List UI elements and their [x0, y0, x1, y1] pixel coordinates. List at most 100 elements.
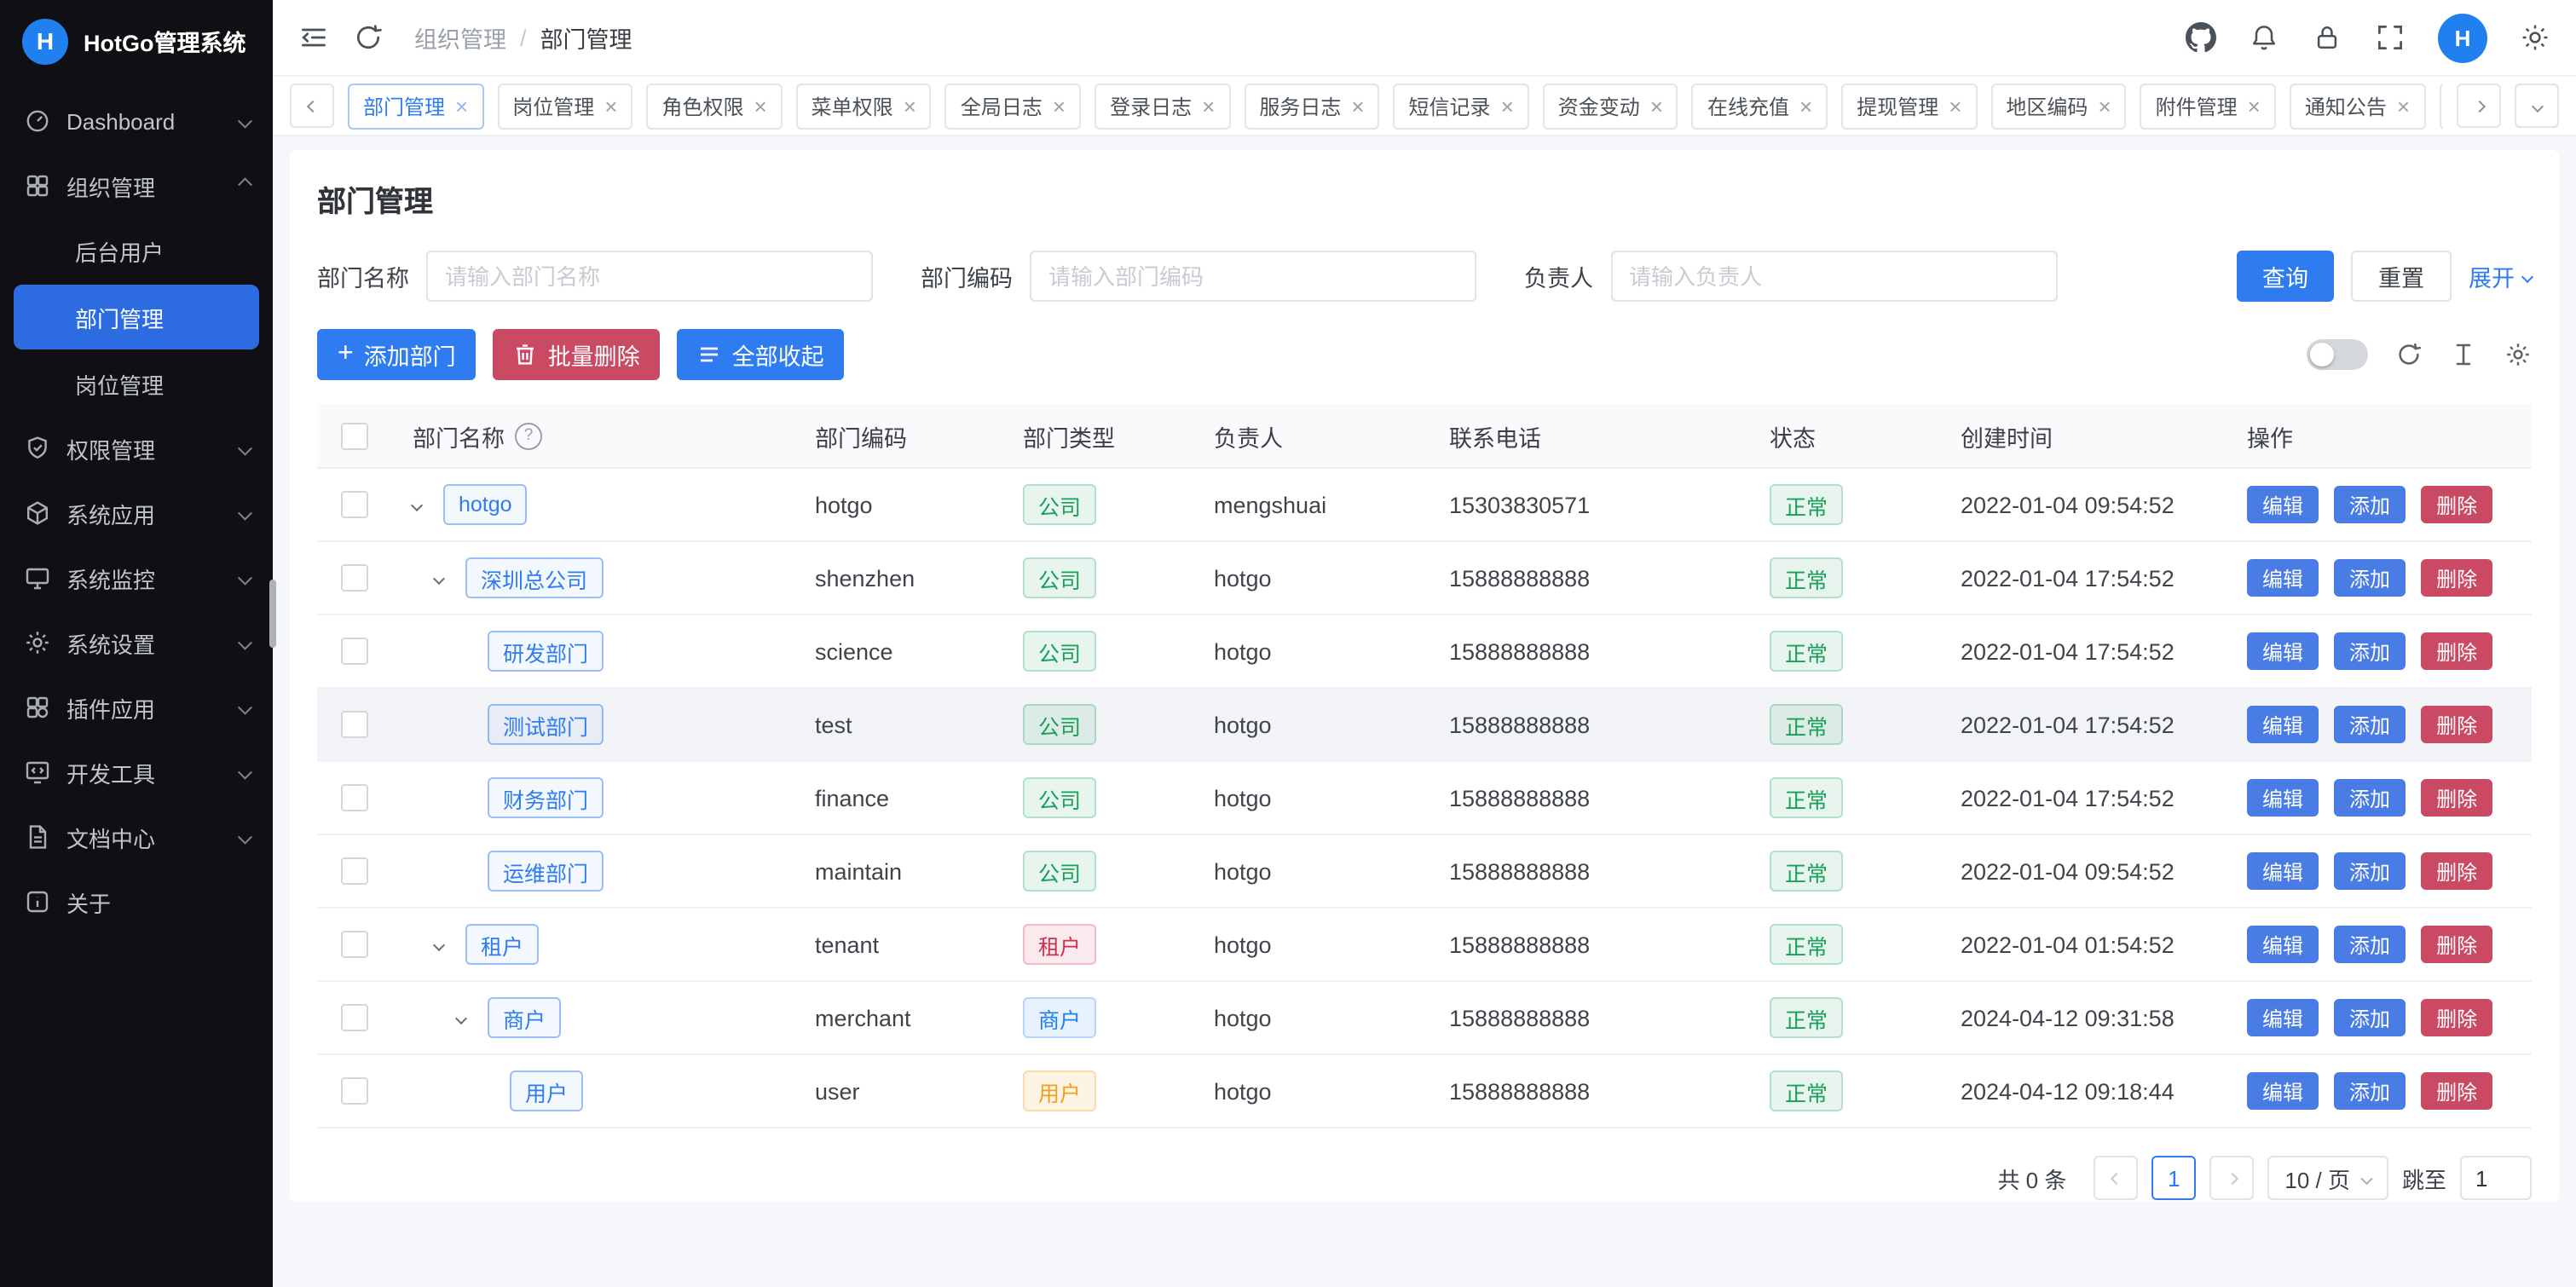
edit-button[interactable]: 编辑 [2247, 632, 2319, 670]
delete-button[interactable]: 删除 [2421, 706, 2492, 743]
department-name-tag[interactable]: 运维部门 [488, 851, 604, 892]
table-row[interactable]: 深圳总公司 shenzhen 公司 hotgo 15888888888 正常 2… [317, 542, 2532, 615]
breadcrumb-parent[interactable]: 组织管理 [414, 20, 506, 55]
delete-button[interactable]: 删除 [2421, 486, 2492, 523]
avatar[interactable]: H [2438, 13, 2487, 62]
close-icon[interactable]: × [2248, 95, 2261, 117]
table-row[interactable]: 财务部门 finance 公司 hotgo 15888888888 正常 202… [317, 762, 2532, 835]
row-checkbox[interactable] [341, 711, 368, 738]
sidebar-item-system-monitor[interactable]: 系统监控 [0, 545, 273, 610]
tab-item[interactable]: 在线充值× [1692, 83, 1828, 129]
tree-collapse-icon[interactable] [435, 940, 465, 949]
add-button[interactable]: 添加 [2334, 559, 2406, 597]
jump-page-input[interactable] [2460, 1156, 2532, 1200]
delete-button[interactable]: 删除 [2421, 926, 2492, 963]
tab-item[interactable]: 提现管理× [1841, 83, 1977, 129]
scrollbar-thumb[interactable] [269, 580, 276, 648]
sidebar-subitem-department-management[interactable]: 部门管理 [14, 285, 259, 349]
add-button[interactable]: 添加 [2334, 486, 2406, 523]
select-all-checkbox[interactable] [341, 422, 368, 449]
close-icon[interactable]: × [2397, 95, 2410, 117]
sidebar-item-about[interactable]: 关于 [0, 869, 273, 934]
department-name-tag[interactable]: 租户 [465, 924, 539, 965]
refresh-icon[interactable] [353, 22, 384, 53]
row-checkbox[interactable] [341, 1077, 368, 1105]
tab-item[interactable]: 服务× [2439, 83, 2443, 129]
batch-delete-button[interactable]: 批量删除 [494, 329, 661, 380]
close-icon[interactable]: × [1799, 95, 1812, 117]
lock-icon[interactable] [2312, 22, 2342, 53]
table-row[interactable]: 研发部门 science 公司 hotgo 15888888888 正常 202… [317, 615, 2532, 689]
add-button[interactable]: 添加 [2334, 779, 2406, 817]
sidebar-item-dev-tools[interactable]: 开发工具 [0, 740, 273, 805]
sidebar-item-system-apps[interactable]: 系统应用 [0, 481, 273, 545]
tab-item[interactable]: 登录日志× [1095, 83, 1230, 129]
tab-item[interactable]: 资金变动× [1543, 83, 1678, 129]
row-checkbox[interactable] [341, 564, 368, 592]
tab-item[interactable]: 附件管理× [2140, 83, 2276, 129]
row-checkbox[interactable] [341, 1004, 368, 1031]
tab-item[interactable]: 短信记录× [1394, 83, 1529, 129]
department-name-tag[interactable]: 财务部门 [488, 777, 604, 818]
add-button[interactable]: 添加 [2334, 706, 2406, 743]
table-row[interactable]: 商户 merchant 商户 hotgo 15888888888 正常 2024… [317, 982, 2532, 1055]
leader-input[interactable] [1610, 251, 2057, 302]
table-row[interactable]: hotgo hotgo 公司 mengshuai 15303830571 正常 … [317, 469, 2532, 542]
close-icon[interactable]: × [1501, 95, 1514, 117]
table-row[interactable]: 测试部门 test 公司 hotgo 15888888888 正常 2022-0… [317, 689, 2532, 762]
add-button[interactable]: 添加 [2334, 926, 2406, 963]
close-icon[interactable]: × [754, 95, 766, 117]
menu-collapse-icon[interactable] [298, 22, 329, 53]
delete-button[interactable]: 删除 [2421, 1072, 2492, 1110]
close-icon[interactable]: × [1949, 95, 1961, 117]
tabs-scroll-left-button[interactable] [290, 84, 334, 128]
column-settings-gear-icon[interactable] [2504, 341, 2532, 368]
row-density-icon[interactable] [2450, 341, 2477, 368]
department-name-tag[interactable]: 商户 [488, 997, 561, 1038]
sidebar-item-plugin-apps[interactable]: 插件应用 [0, 675, 273, 740]
sidebar-item-system-settings[interactable]: 系统设置 [0, 610, 273, 675]
department-name-tag[interactable]: 用户 [510, 1071, 583, 1111]
sidebar-item-doc-center[interactable]: 文档中心 [0, 805, 273, 869]
add-button[interactable]: 添加 [2334, 852, 2406, 890]
edit-button[interactable]: 编辑 [2247, 926, 2319, 963]
add-button[interactable]: 添加 [2334, 632, 2406, 670]
row-checkbox[interactable] [341, 491, 368, 518]
github-icon[interactable] [2186, 22, 2216, 53]
tabs-scroll-right-button[interactable] [2457, 84, 2501, 128]
row-checkbox[interactable] [341, 931, 368, 958]
department-name-tag[interactable]: 研发部门 [488, 631, 604, 672]
sidebar-item-permission-management[interactable]: 权限管理 [0, 416, 273, 481]
close-icon[interactable]: × [1351, 95, 1364, 117]
edit-button[interactable]: 编辑 [2247, 559, 2319, 597]
tab-item[interactable]: 全局日志× [945, 83, 1081, 129]
tab-item[interactable]: 通知公告× [2290, 83, 2425, 129]
table-row[interactable]: 用户 user 用户 hotgo 15888888888 正常 2024-04-… [317, 1055, 2532, 1128]
add-button[interactable]: 添加 [2334, 999, 2406, 1036]
refresh-table-icon[interactable] [2395, 341, 2423, 368]
close-icon[interactable]: × [604, 95, 617, 117]
edit-button[interactable]: 编辑 [2247, 852, 2319, 890]
edit-button[interactable]: 编辑 [2247, 779, 2319, 817]
toggle-switch[interactable] [2307, 339, 2368, 370]
close-icon[interactable]: × [2098, 95, 2111, 117]
table-row[interactable]: 租户 tenant 租户 hotgo 15888888888 正常 2022-0… [317, 909, 2532, 982]
dept-name-input[interactable] [426, 251, 873, 302]
sidebar-item-dashboard[interactable]: Dashboard [0, 89, 273, 153]
next-page-button[interactable] [2209, 1156, 2254, 1200]
query-button[interactable]: 查询 [2237, 251, 2334, 302]
dept-code-input[interactable] [1030, 251, 1476, 302]
tree-collapse-icon[interactable] [457, 1013, 488, 1022]
expand-toggle[interactable]: 展开 [2469, 259, 2532, 293]
delete-button[interactable]: 删除 [2421, 559, 2492, 597]
prev-page-button[interactable] [2094, 1156, 2138, 1200]
tree-collapse-icon[interactable] [413, 500, 443, 509]
delete-button[interactable]: 删除 [2421, 632, 2492, 670]
department-name-tag[interactable]: 深圳总公司 [465, 557, 603, 598]
tab-item[interactable]: 菜单权限× [796, 83, 932, 129]
department-name-tag[interactable]: 测试部门 [488, 704, 604, 745]
delete-button[interactable]: 删除 [2421, 852, 2492, 890]
table-row[interactable]: 运维部门 maintain 公司 hotgo 15888888888 正常 20… [317, 835, 2532, 909]
sidebar-item-org-management[interactable]: 组织管理 [0, 153, 273, 218]
tree-collapse-icon[interactable] [435, 574, 465, 582]
